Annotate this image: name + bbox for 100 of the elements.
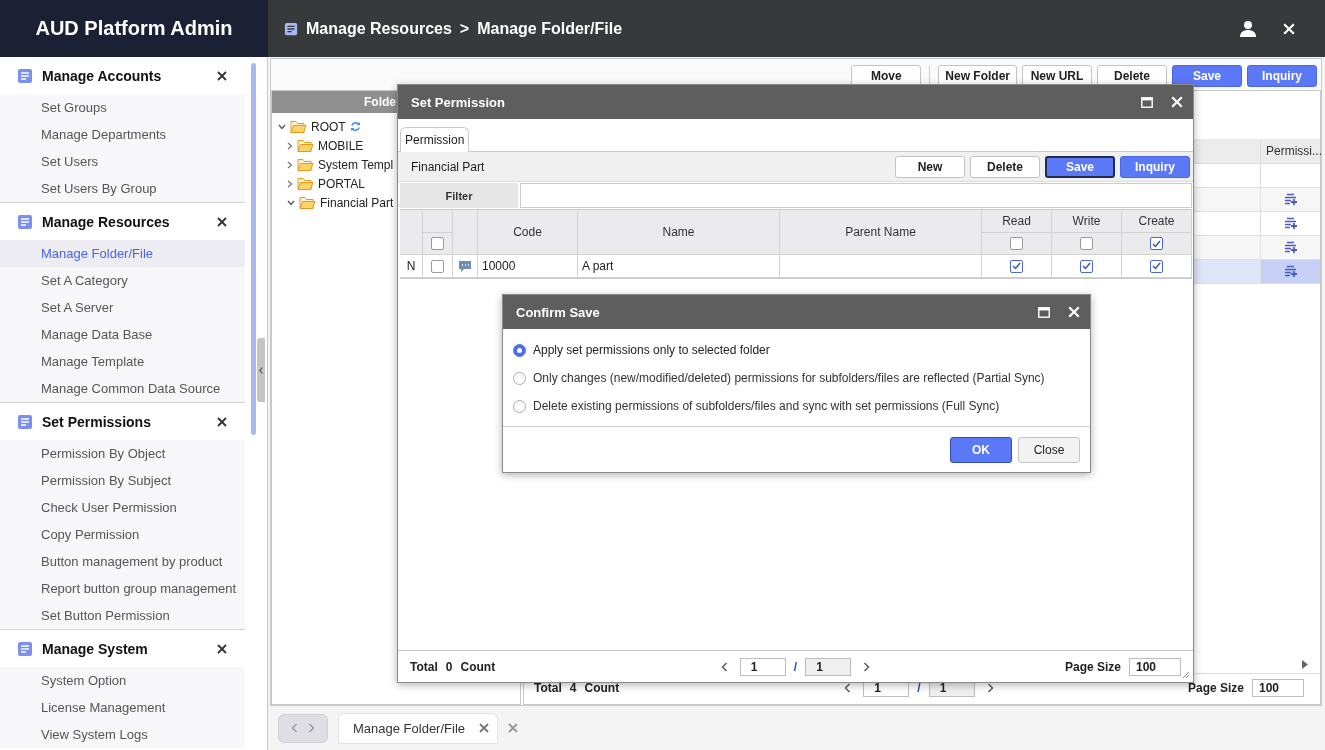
menu-item[interactable]: Permission By Subject xyxy=(0,467,245,494)
section-title[interactable]: Manage Resources xyxy=(42,213,208,230)
scrollbar[interactable] xyxy=(251,63,256,435)
list-add-icon[interactable] xyxy=(1284,193,1297,206)
close-all-icon[interactable] xyxy=(508,723,518,733)
section-title[interactable]: Manage Accounts xyxy=(42,67,208,84)
column-header: Name xyxy=(578,210,780,255)
chevron-right-icon[interactable] xyxy=(287,160,293,169)
chevron-right-icon[interactable] xyxy=(287,141,293,150)
menu-item[interactable]: Copy Permission xyxy=(0,521,245,548)
radio-button[interactable] xyxy=(513,399,526,413)
primary-button[interactable]: Inquiry xyxy=(1120,155,1190,178)
next-page-icon xyxy=(308,723,315,733)
tree-item[interactable]: PORTAL xyxy=(318,176,365,191)
column-checkbox[interactable] xyxy=(1010,237,1023,250)
list-add-icon[interactable] xyxy=(1284,217,1297,230)
menu-item[interactable]: Set Button Permission xyxy=(0,602,245,629)
filter-field[interactable] xyxy=(520,183,1192,208)
page-size-label: Page Size xyxy=(1064,659,1121,674)
select-all-checkbox[interactable] xyxy=(431,237,444,250)
page-field[interactable]: 1 xyxy=(739,657,786,676)
breadcrumb-item[interactable]: Manage Resources xyxy=(306,19,452,38)
menu-item[interactable]: Check User Permission xyxy=(0,494,245,521)
page-separator: / xyxy=(793,659,798,674)
page-size-field[interactable]: 100 xyxy=(1129,657,1181,676)
permission-checkbox[interactable] xyxy=(1010,259,1023,273)
button[interactable]: New Folder xyxy=(938,64,1017,87)
pane-title: Folde xyxy=(364,95,396,109)
previous-page-icon xyxy=(291,723,298,733)
primary-button[interactable]: OK xyxy=(950,437,1012,463)
menu-item[interactable]: Permission By Object xyxy=(0,440,245,467)
column-header: Create xyxy=(1122,210,1192,233)
menu-item[interactable]: License Management xyxy=(0,694,245,721)
document-icon xyxy=(17,640,33,657)
menu-item[interactable]: Set Groups xyxy=(0,94,245,121)
menu-item[interactable]: Manage Template xyxy=(0,348,245,375)
tab[interactable]: Permission xyxy=(400,127,470,152)
primary-button[interactable]: Inquiry xyxy=(1247,64,1317,87)
section-title[interactable]: Set Permissions xyxy=(42,413,208,430)
maximize-icon[interactable] xyxy=(1141,96,1153,108)
tree-item[interactable]: Financial Part xyxy=(320,195,394,210)
chevron-left-icon xyxy=(259,366,263,374)
button[interactable]: Delete xyxy=(1097,64,1167,87)
button[interactable]: Delete xyxy=(970,155,1040,178)
button[interactable]: Close xyxy=(1018,437,1080,463)
next-page-icon xyxy=(986,683,994,693)
chevron-down-icon[interactable] xyxy=(287,199,295,206)
menu-item[interactable]: Manage Common Data Source xyxy=(0,375,245,402)
tree-item[interactable]: System Templ xyxy=(318,157,394,172)
chevron-down-icon[interactable] xyxy=(278,123,286,130)
menu-item[interactable]: Button management by product xyxy=(0,548,245,575)
list-add-icon[interactable] xyxy=(1284,265,1297,278)
user-icon[interactable] xyxy=(1239,19,1257,38)
menu-item[interactable]: Manage Departments xyxy=(0,121,245,148)
primary-button[interactable]: Save xyxy=(1172,64,1242,87)
option-label[interactable]: Apply set permissions only to selected folder xyxy=(533,343,770,357)
column-header: Write xyxy=(1052,210,1122,233)
collapse-handle[interactable] xyxy=(257,338,265,402)
permission-checkbox[interactable] xyxy=(1080,259,1093,273)
tab-label: Manage Folder/File xyxy=(353,720,465,736)
scroll-right-icon xyxy=(1302,659,1308,669)
radio-button[interactable] xyxy=(513,343,526,357)
menu-item[interactable]: Set Users By Group xyxy=(0,175,245,202)
total-count: 0 xyxy=(445,659,453,674)
column-checkbox[interactable] xyxy=(1080,237,1093,250)
menu-item[interactable]: System Option xyxy=(0,667,245,694)
next-page-icon xyxy=(863,661,871,672)
comment-icon[interactable] xyxy=(458,259,472,273)
permission-checkbox[interactable] xyxy=(1150,259,1163,273)
menu-item[interactable]: Manage Data Base xyxy=(0,321,245,348)
button[interactable]: New xyxy=(895,155,965,178)
folder-icon xyxy=(297,157,314,172)
button[interactable]: New URL xyxy=(1022,64,1092,87)
option-label[interactable]: Delete existing permissions of subfolders/files and sync with set permissions (Full Sync) xyxy=(533,399,1000,413)
menu-item[interactable]: Set Users xyxy=(0,148,245,175)
menu-item[interactable]: Manage Folder/File xyxy=(0,240,245,267)
page-separator: / xyxy=(917,681,921,695)
page-size-field[interactable]: 100 xyxy=(1252,679,1304,697)
list-add-icon[interactable] xyxy=(1284,241,1297,254)
folder-icon xyxy=(297,138,314,153)
option-label[interactable]: Only changes (new/modified/deleted) permissions for subfolders/files are reflected (Partial Sync) xyxy=(533,371,1045,385)
button[interactable]: Move xyxy=(851,64,922,87)
chevron-right-icon[interactable] xyxy=(287,179,293,188)
tab[interactable]: Manage Folder/File xyxy=(338,712,498,744)
count-label: Count xyxy=(584,681,620,695)
menu-item[interactable]: Report button group management xyxy=(0,575,245,602)
row-checkbox[interactable] xyxy=(431,259,444,273)
radio-button[interactable] xyxy=(513,371,526,385)
menu-item[interactable]: Set A Category xyxy=(0,267,245,294)
menu-item[interactable]: Set A Server xyxy=(0,294,245,321)
previous-page-icon xyxy=(844,683,852,693)
primary-button[interactable]: Save xyxy=(1045,155,1115,178)
tree-item[interactable]: ROOT xyxy=(311,119,346,134)
column-checkbox[interactable] xyxy=(1150,237,1163,250)
maximize-icon[interactable] xyxy=(1038,306,1050,318)
tree-item[interactable]: MOBILE xyxy=(318,138,364,153)
section-title[interactable]: Manage System xyxy=(42,640,208,657)
menu-item[interactable]: View System Logs xyxy=(0,721,245,748)
folder-icon xyxy=(299,195,316,210)
total-label: Total xyxy=(534,681,562,695)
